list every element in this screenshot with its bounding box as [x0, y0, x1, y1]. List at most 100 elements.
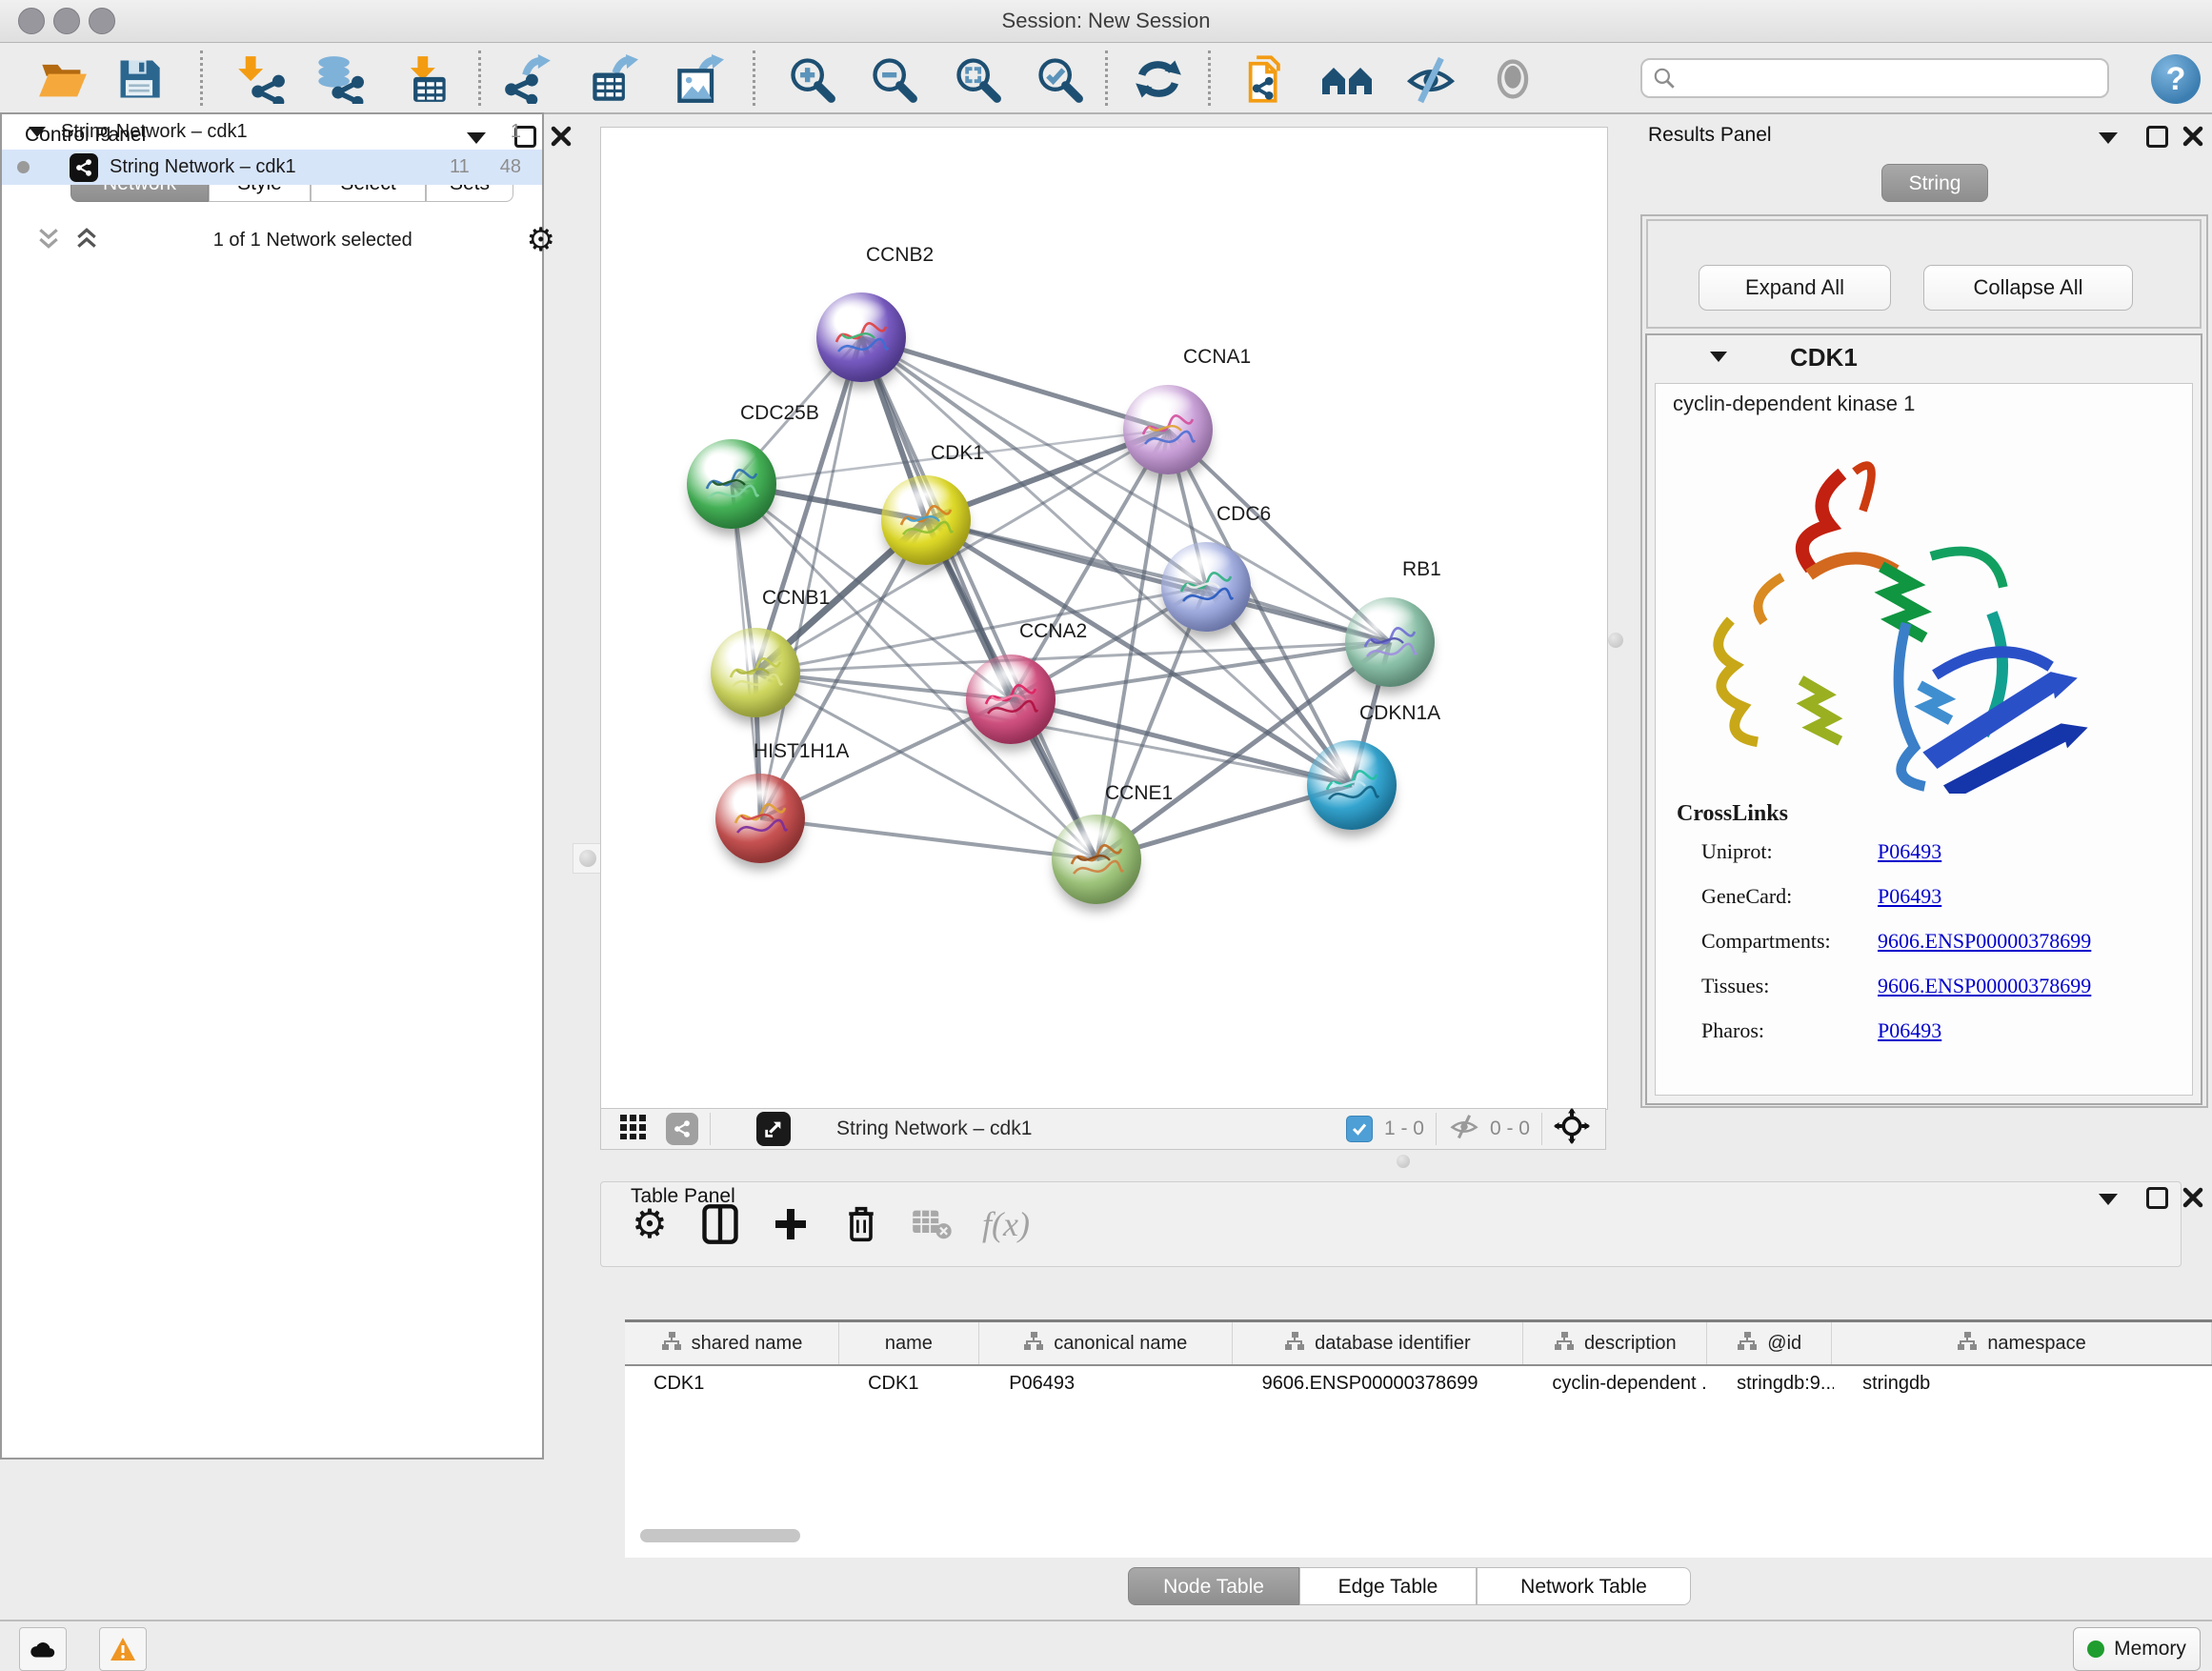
- first-neighbors-icon[interactable]: [1320, 54, 1370, 104]
- cell-description[interactable]: cyclin-dependent ...: [1523, 1373, 1708, 1395]
- save-session-icon[interactable]: [114, 54, 164, 104]
- network-collection-row[interactable]: String Network – cdk1 1: [2, 114, 542, 150]
- node-CCNB2[interactable]: [816, 292, 906, 382]
- export-table-icon[interactable]: [589, 54, 638, 104]
- tab-string[interactable]: String: [1881, 164, 1988, 202]
- fit-selected-crosshair-icon[interactable]: [1554, 1108, 1590, 1150]
- edge-CCNB2-CCNA1[interactable]: [861, 337, 1168, 430]
- delete-columns-icon[interactable]: [839, 1202, 883, 1246]
- cell-shared-name[interactable]: CDK1: [625, 1373, 839, 1395]
- export-image-icon[interactable]: [674, 54, 724, 104]
- share-network-icon[interactable]: [666, 1113, 698, 1145]
- cell-database-identifier[interactable]: 9606.ENSP00000378699: [1234, 1373, 1524, 1395]
- refresh-view-icon[interactable]: [1134, 54, 1183, 104]
- export-network-icon[interactable]: [503, 54, 553, 104]
- column-header-canonical-name[interactable]: canonical name: [979, 1322, 1233, 1364]
- column-header--id[interactable]: @id: [1707, 1322, 1832, 1364]
- protein-thumbnail: [725, 649, 786, 700]
- section-expander-icon[interactable]: [1710, 350, 1727, 367]
- right-splitter-handle[interactable]: [1608, 633, 1623, 648]
- network-canvas[interactable]: CCNB2 CCNA1 CDC25B CDK1 CDC6 RB1 CCNB1 C…: [600, 127, 1608, 1110]
- table-row[interactable]: CDK1CDK1P064939606.ENSP00000378699cyclin…: [625, 1366, 2212, 1400]
- table-horizontal-scrollbar[interactable]: [640, 1529, 800, 1542]
- edge-HIST1H1A-CCNE1[interactable]: [760, 818, 1096, 859]
- tab-node-table[interactable]: Node Table: [1128, 1567, 1299, 1605]
- cell-canonical-name[interactable]: P06493: [980, 1373, 1233, 1395]
- help-button[interactable]: ?: [2151, 54, 2201, 104]
- node-CDK1[interactable]: [881, 475, 971, 565]
- column-header-description[interactable]: description: [1523, 1322, 1707, 1364]
- open-in-new-icon[interactable]: [756, 1112, 791, 1146]
- show-all-eye-icon[interactable]: [1488, 54, 1538, 104]
- node-RB1[interactable]: [1345, 597, 1435, 687]
- panel-float-icon[interactable]: [2146, 126, 2168, 152]
- cloud-button[interactable]: [19, 1627, 67, 1671]
- panel-close-icon[interactable]: [2182, 1187, 2203, 1213]
- panel-close-icon[interactable]: [2182, 126, 2203, 151]
- network-row-label: String Network – cdk1: [110, 156, 296, 178]
- network-row[interactable]: String Network – cdk1 11 48: [2, 150, 542, 185]
- search-input[interactable]: [1677, 67, 2090, 91]
- node-CDC25B[interactable]: [687, 439, 776, 529]
- grid-view-icon[interactable]: [618, 1111, 649, 1147]
- hide-selected-eye-icon[interactable]: [1406, 54, 1456, 104]
- crosslink-link[interactable]: P06493: [1878, 884, 1941, 909]
- panel-collapse-icon[interactable]: [2099, 1193, 2118, 1210]
- status-separator: [710, 1113, 711, 1145]
- column-header-namespace[interactable]: namespace: [1832, 1322, 2212, 1364]
- control-panel: Control Panel NetworkStyleSelectSets 1 o…: [0, 112, 583, 1620]
- node-CCNB1[interactable]: [711, 628, 800, 717]
- node-CDKN1A[interactable]: [1307, 740, 1397, 830]
- tab-network-table[interactable]: Network Table: [1477, 1567, 1691, 1605]
- crosslink-link[interactable]: 9606.ENSP00000378699: [1878, 929, 2091, 954]
- cell-namespace[interactable]: stringdb: [1834, 1373, 2212, 1395]
- zoom-in-icon[interactable]: [787, 54, 836, 104]
- clone-network-icon[interactable]: [1242, 54, 1292, 104]
- column-header-database-identifier[interactable]: database identifier: [1233, 1322, 1524, 1364]
- zoom-out-icon[interactable]: [869, 54, 918, 104]
- status-separator: [1436, 1113, 1437, 1145]
- cell-name[interactable]: CDK1: [839, 1373, 980, 1395]
- import-network-database-icon[interactable]: [314, 54, 364, 104]
- panel-float-icon[interactable]: [2146, 1187, 2168, 1214]
- expand-all-networks-icon[interactable]: [74, 226, 99, 255]
- column-settings-gear-icon[interactable]: ⚙: [628, 1202, 672, 1246]
- collapse-all-button[interactable]: Collapse All: [1923, 265, 2133, 311]
- cell--id[interactable]: stringdb:9...: [1708, 1373, 1834, 1395]
- gene-name: CDK1: [1790, 343, 1858, 372]
- open-session-icon[interactable]: [38, 54, 88, 104]
- node-CDC6[interactable]: [1161, 542, 1251, 632]
- bottom-splitter-handle[interactable]: [1397, 1155, 1410, 1168]
- expand-all-button[interactable]: Expand All: [1699, 265, 1891, 311]
- panel-collapse-icon[interactable]: [2099, 131, 2118, 149]
- warnings-button[interactable]: [99, 1627, 147, 1671]
- memory-button[interactable]: Memory: [2073, 1627, 2201, 1671]
- left-splitter-handle[interactable]: [573, 843, 603, 874]
- network-options-gear-icon[interactable]: ⚙: [527, 224, 555, 256]
- selected-checkbox-icon[interactable]: [1346, 1116, 1373, 1142]
- show-columns-icon[interactable]: [698, 1202, 742, 1246]
- crosslink-link[interactable]: 9606.ENSP00000378699: [1878, 974, 2091, 998]
- crosslink-link[interactable]: P06493: [1878, 839, 1941, 864]
- node-CCNA1[interactable]: [1123, 385, 1213, 474]
- search-box[interactable]: [1640, 58, 2109, 98]
- zoom-fit-icon[interactable]: [953, 54, 1002, 104]
- import-table-icon[interactable]: [400, 54, 450, 104]
- column-header-name[interactable]: name: [839, 1322, 979, 1364]
- zoom-selected-icon[interactable]: [1035, 54, 1084, 104]
- node-HIST1H1A[interactable]: [715, 774, 805, 863]
- protein-thumbnail: [1066, 836, 1127, 887]
- edge-CCNB2-CCNE1[interactable]: [861, 337, 1096, 859]
- collapse-all-networks-icon[interactable]: [36, 226, 61, 255]
- column-header-shared-name[interactable]: shared name: [625, 1322, 839, 1364]
- edge-CDK1-RB1[interactable]: [926, 520, 1390, 642]
- create-column-icon[interactable]: [769, 1202, 813, 1246]
- node-CCNE1[interactable]: [1052, 815, 1141, 904]
- panel-close-icon[interactable]: [551, 126, 572, 151]
- gene-section-header[interactable]: CDK1: [1647, 343, 2201, 372]
- crosslink-link[interactable]: P06493: [1878, 1018, 1941, 1043]
- node-CCNA2[interactable]: [966, 654, 1056, 744]
- import-network-file-icon[interactable]: [236, 54, 286, 104]
- collection-expander-icon[interactable]: [29, 121, 46, 143]
- tab-edge-table[interactable]: Edge Table: [1299, 1567, 1477, 1605]
